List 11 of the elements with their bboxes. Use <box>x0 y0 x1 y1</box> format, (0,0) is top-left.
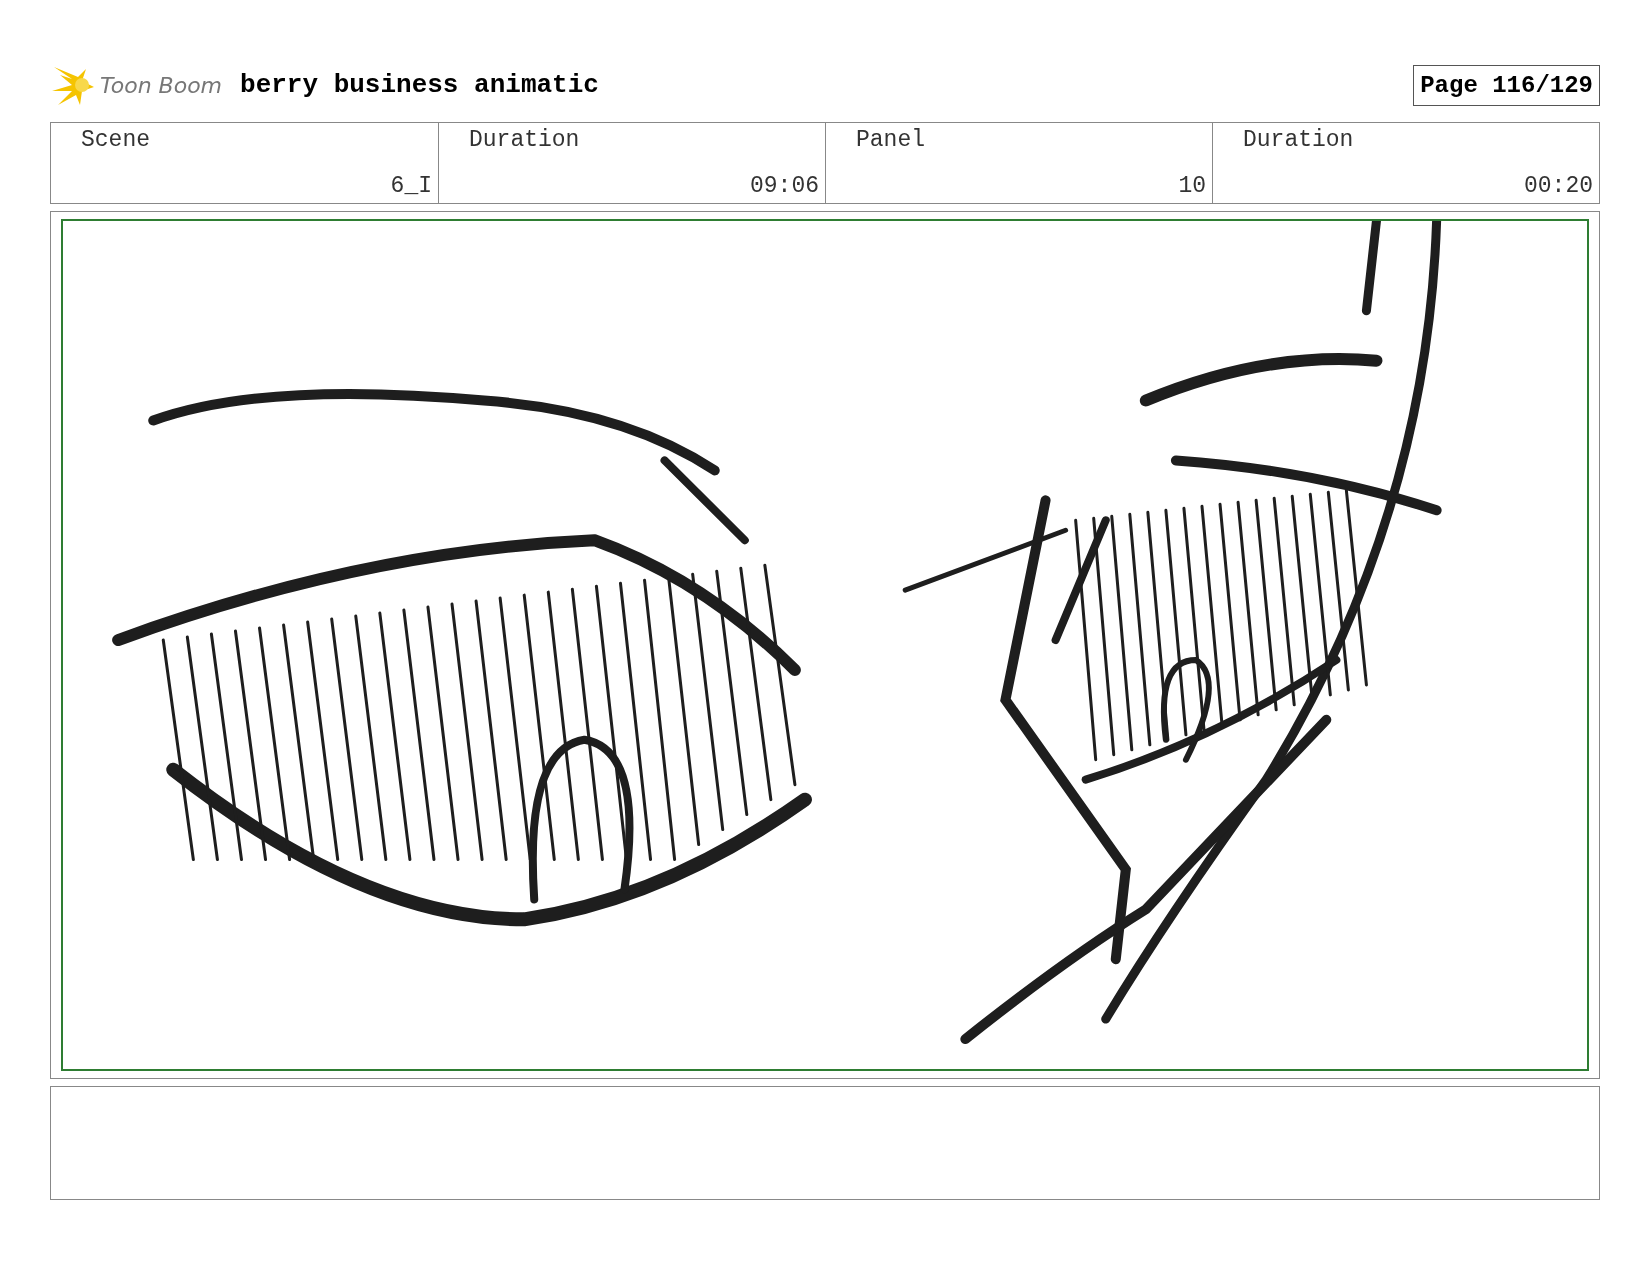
field-value: 00:20 <box>1524 173 1593 199</box>
field-value: 10 <box>1178 173 1206 199</box>
field-value: 09:06 <box>750 173 819 199</box>
field-label: Duration <box>1243 127 1355 153</box>
logo-text: Toon Boom <box>100 72 223 98</box>
field-label: Scene <box>81 127 151 153</box>
field-value: 6_I <box>390 173 432 199</box>
field-label: Panel <box>856 127 926 153</box>
page-number: Page 116/129 <box>1413 64 1600 106</box>
document-title: berry business animatic <box>240 70 599 100</box>
field-label: Duration <box>469 127 581 153</box>
